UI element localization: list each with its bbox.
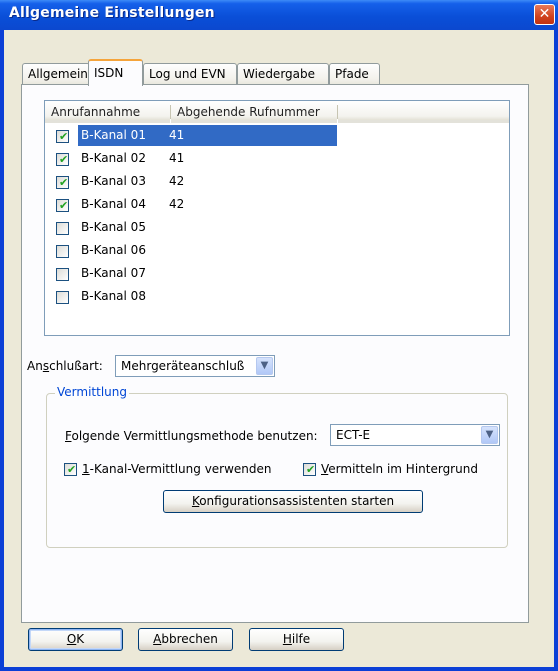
outgoing-number: 41 [169,128,185,142]
dialog-client-area: Allgemein ISDN Log und EVN Wiedergabe Pf… [4,30,554,667]
opt2-label[interactable]: Vermitteln im Hintergrund [321,462,478,476]
table-row[interactable]: B-Kanal 05 [45,217,337,240]
checkmark-icon: ✔ [59,130,69,143]
tab-log-und-evn[interactable]: Log und EVN [143,63,237,85]
dialog-window: Allgemeine Einstellungen ✕ Allgemein ISD… [0,0,558,671]
chevron-down-icon[interactable]: ▼ [481,426,498,444]
channel-name: B-Kanal 01 [81,128,146,142]
channel-name: B-Kanal 08 [81,289,146,303]
vermittlung-group-title: Vermittlung [55,385,129,399]
channel-name: B-Kanal 04 [81,197,146,211]
anschlussart-label: Anschlußart: [27,359,103,373]
channel-name: B-Kanal 06 [81,243,146,257]
channel-name: B-Kanal 03 [81,174,146,188]
checkmark-icon: ✔ [59,153,69,166]
method-label: Folgende Vermittlungsmethode benutzen: [65,429,318,443]
window-title: Allgemeine Einstellungen [9,5,215,21]
column-header-abgehende-rufnummer[interactable]: Abgehende Rufnummer [171,101,337,123]
anschlussart-select[interactable]: Mehrgeräteanschluß ▼ [115,355,275,377]
row-checkbox[interactable]: ✔ [56,199,69,212]
method-value: ECT-E [336,428,371,442]
table-row[interactable]: ✔ B-Kanal 04 42 [45,194,337,217]
checkmark-icon: ✔ [306,463,316,476]
column-header-filler [338,101,509,123]
row-checkbox[interactable] [56,222,69,235]
start-wizard-button[interactable]: Konfigurationsassistenten starten [163,490,423,513]
table-row[interactable]: B-Kanal 08 [45,286,337,309]
row-checkbox[interactable]: ✔ [56,130,69,143]
method-select[interactable]: ECT-E ▼ [330,424,500,446]
row-checkbox[interactable] [56,291,69,304]
checkmark-icon: ✔ [59,176,69,189]
close-icon: ✕ [538,6,551,22]
cancel-button[interactable]: Abbrechen [138,628,233,651]
table-row[interactable]: B-Kanal 07 [45,263,337,286]
table-row[interactable]: ✔ B-Kanal 02 41 [45,148,337,171]
title-bar[interactable]: Allgemeine Einstellungen ✕ [0,0,558,30]
checkmark-icon: ✔ [59,199,69,212]
table-row[interactable]: B-Kanal 06 [45,240,337,263]
row-checkbox[interactable] [56,245,69,258]
chevron-down-icon[interactable]: ▼ [256,357,273,375]
anschlussart-value: Mehrgeräteanschluß [121,359,245,373]
close-button[interactable]: ✕ [534,4,555,25]
tab-pfade[interactable]: Pfade [329,63,380,85]
outgoing-number: 42 [169,197,185,211]
table-row[interactable]: ✔ B-Kanal 03 42 [45,171,337,194]
tab-wiedergabe[interactable]: Wiedergabe [237,63,329,85]
table-row[interactable]: ✔ B-Kanal 01 41 [45,125,337,148]
channel-name: B-Kanal 07 [81,266,146,280]
row-checkbox[interactable]: ✔ [56,176,69,189]
isdn-tab-panel: Anrufannahme Abgehende Rufnummer ✔ B-Kana… [21,84,529,623]
outgoing-number: 41 [169,151,185,165]
channel-name: B-Kanal 02 [81,151,146,165]
opt1-checkbox[interactable]: ✔ [64,463,77,476]
opt1-label[interactable]: 1-Kanal-Vermittlung verwenden [82,462,272,476]
row-checkbox[interactable]: ✔ [56,153,69,166]
vermittlung-group: Vermittlung Folgende Vermittlungsmethode… [46,385,508,548]
tab-allgemein[interactable]: Allgemein [22,63,90,85]
checkmark-icon: ✔ [67,463,77,476]
column-header-anrufannahme[interactable]: Anrufannahme [45,101,170,123]
b-channel-list[interactable]: Anrufannahme Abgehende Rufnummer ✔ B-Kana… [44,100,510,336]
help-button[interactable]: Hilfe [249,628,344,651]
outgoing-number: 42 [169,174,185,188]
ok-button[interactable]: OK [28,628,123,651]
opt2-checkbox[interactable]: ✔ [303,463,316,476]
tab-isdn[interactable]: ISDN [88,59,143,86]
channel-name: B-Kanal 05 [81,220,146,234]
row-checkbox[interactable] [56,268,69,281]
list-header: Anrufannahme Abgehende Rufnummer [45,101,509,123]
